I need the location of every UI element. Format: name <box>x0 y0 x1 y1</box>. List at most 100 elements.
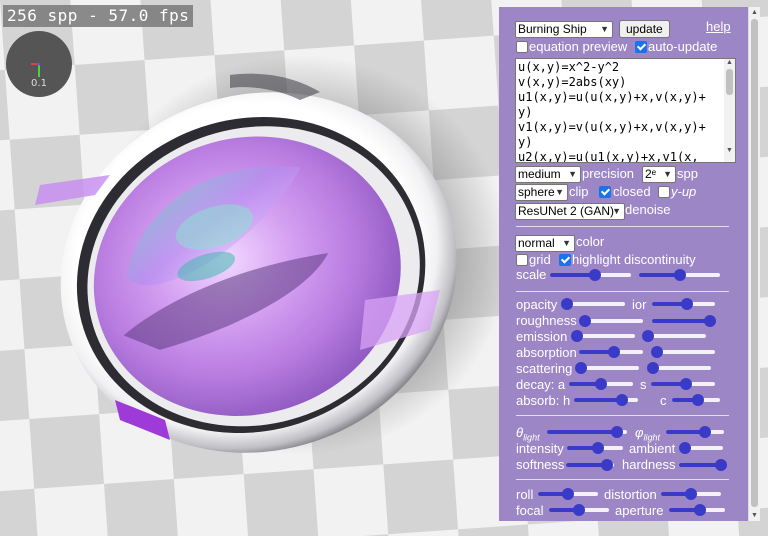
chevron-down-icon: ▼ <box>568 169 577 179</box>
slider-thumb[interactable] <box>616 394 628 406</box>
denoise-label: denoise <box>625 202 671 217</box>
slider-thumb[interactable] <box>575 362 587 374</box>
slider-thumb[interactable] <box>579 315 591 327</box>
chevron-down-icon: ▼ <box>600 24 609 34</box>
slider-thumb[interactable] <box>699 426 712 438</box>
divider <box>516 415 729 416</box>
clip-select[interactable]: sphere ▼ <box>515 184 568 201</box>
emission-slider[interactable] <box>571 329 635 343</box>
scroll-down-icon[interactable]: ▼ <box>726 147 733 154</box>
equation-preview-checkbox[interactable] <box>516 41 528 53</box>
closed-checkbox[interactable] <box>599 186 611 198</box>
softness-label: softness <box>516 457 565 472</box>
decay-a-slider[interactable] <box>569 377 633 391</box>
grid-checkbox[interactable] <box>516 254 528 266</box>
equation-preview-label: equation preview <box>529 39 628 54</box>
intensity-slider[interactable] <box>567 441 623 455</box>
absorb-h-label: absorb: h <box>516 393 571 408</box>
ior-slider[interactable] <box>652 297 715 311</box>
scroll-down-icon[interactable]: ▼ <box>751 512 758 519</box>
chevron-down-icon: ▼ <box>555 187 564 197</box>
phi-light-slider[interactable] <box>666 425 724 439</box>
slider-thumb[interactable] <box>685 488 697 500</box>
slider-thumb[interactable] <box>571 330 583 342</box>
closed-label: closed <box>613 184 651 199</box>
scale-slider-a[interactable] <box>550 268 631 282</box>
slider-thumb[interactable] <box>562 488 574 500</box>
ambient-slider[interactable] <box>679 441 723 455</box>
clip-select-value: sphere <box>518 185 555 199</box>
scroll-up-icon[interactable]: ▲ <box>726 59 733 66</box>
slider-thumb[interactable] <box>608 346 621 358</box>
slider-thumb[interactable] <box>651 346 663 358</box>
distortion-slider[interactable] <box>661 487 721 501</box>
softness-slider[interactable] <box>566 458 614 472</box>
absorption-slider-b[interactable] <box>651 345 715 359</box>
axis-gizmo[interactable]: 0.1 <box>6 31 72 97</box>
precision-select-value: medium <box>518 167 561 181</box>
auto-update-checkbox[interactable] <box>635 41 647 53</box>
precision-select[interactable]: medium ▼ <box>515 166 581 183</box>
slider-thumb[interactable] <box>591 442 604 454</box>
scale-slider-b[interactable] <box>639 268 720 282</box>
absorption-slider[interactable] <box>579 345 643 359</box>
scattering-slider[interactable] <box>575 361 639 375</box>
roll-slider[interactable] <box>538 487 598 501</box>
absorb-c-slider[interactable] <box>672 393 720 407</box>
slider-thumb[interactable] <box>673 269 686 281</box>
slider-thumb[interactable] <box>715 459 727 471</box>
spp-select[interactable]: 2ᵉ ▼ <box>642 166 676 183</box>
slider-fill <box>547 430 618 434</box>
slider-thumb[interactable] <box>573 504 585 516</box>
slider-thumb[interactable] <box>692 394 705 406</box>
slider-thumb[interactable] <box>595 378 607 390</box>
auto-update-label: auto-update <box>648 39 718 54</box>
slider-thumb[interactable] <box>561 298 573 310</box>
aperture-label: aperture <box>615 503 664 518</box>
slider-thumb[interactable] <box>642 330 654 342</box>
absorb-h-slider[interactable] <box>574 393 638 407</box>
panel-scrollbar[interactable]: ▲ ▼ <box>748 7 760 521</box>
divider <box>516 291 729 292</box>
equation-text[interactable]: u(x,y)=x^2-y^2 v(x,y)=2abs(xy) u1(x,y)=u… <box>518 60 718 162</box>
scattering-slider-b[interactable] <box>647 361 711 375</box>
divider <box>516 226 729 227</box>
slider-thumb[interactable] <box>600 459 613 471</box>
emission-slider-b[interactable] <box>642 329 706 343</box>
slider-thumb[interactable] <box>704 315 716 327</box>
roughness-slider[interactable] <box>579 314 643 328</box>
divider <box>516 479 729 480</box>
roughness-slider-b[interactable] <box>652 314 716 328</box>
aperture-slider[interactable] <box>669 503 725 517</box>
panel-scroll-thumb[interactable] <box>751 19 758 507</box>
slider-thumb[interactable] <box>693 504 706 516</box>
slider-thumb[interactable] <box>679 442 691 454</box>
theta-light-slider[interactable] <box>547 425 627 439</box>
control-panel: Burning Ship ▼ update help equation previ… <box>499 7 748 521</box>
equation-textarea[interactable]: u(x,y)=x^2-y^2 v(x,y)=2abs(xy) u1(x,y)=u… <box>515 58 736 163</box>
help-link[interactable]: help <box>706 19 731 34</box>
denoise-select[interactable]: ResUNet 2 (GAN) ▼ <box>515 203 625 220</box>
preset-select[interactable]: Burning Ship ▼ <box>515 21 613 38</box>
yup-label: y-up <box>671 184 697 199</box>
slider-thumb[interactable] <box>680 298 693 310</box>
chevron-down-icon: ▼ <box>562 238 571 248</box>
highlight-discontinuity-checkbox[interactable] <box>559 254 571 266</box>
hardness-slider[interactable] <box>679 458 727 472</box>
slider-thumb[interactable] <box>588 269 601 281</box>
slider-thumb[interactable] <box>611 426 624 438</box>
focal-slider[interactable] <box>549 503 609 517</box>
slider-thumb[interactable] <box>647 362 659 374</box>
scattering-label: scattering <box>516 361 573 376</box>
decay-s-slider[interactable] <box>651 377 715 391</box>
slider-fill <box>550 273 595 277</box>
textarea-scrollbar[interactable]: ▲ ▼ <box>724 59 735 162</box>
textarea-scroll-thumb[interactable] <box>726 69 733 95</box>
update-button[interactable]: update <box>619 20 670 38</box>
theta-symbol: θ <box>516 425 524 440</box>
slider-thumb[interactable] <box>680 378 693 390</box>
color-mode-select[interactable]: normal ▼ <box>515 235 575 252</box>
yup-checkbox[interactable] <box>658 186 670 198</box>
scroll-up-icon[interactable]: ▲ <box>751 9 758 16</box>
opacity-slider[interactable] <box>561 297 625 311</box>
